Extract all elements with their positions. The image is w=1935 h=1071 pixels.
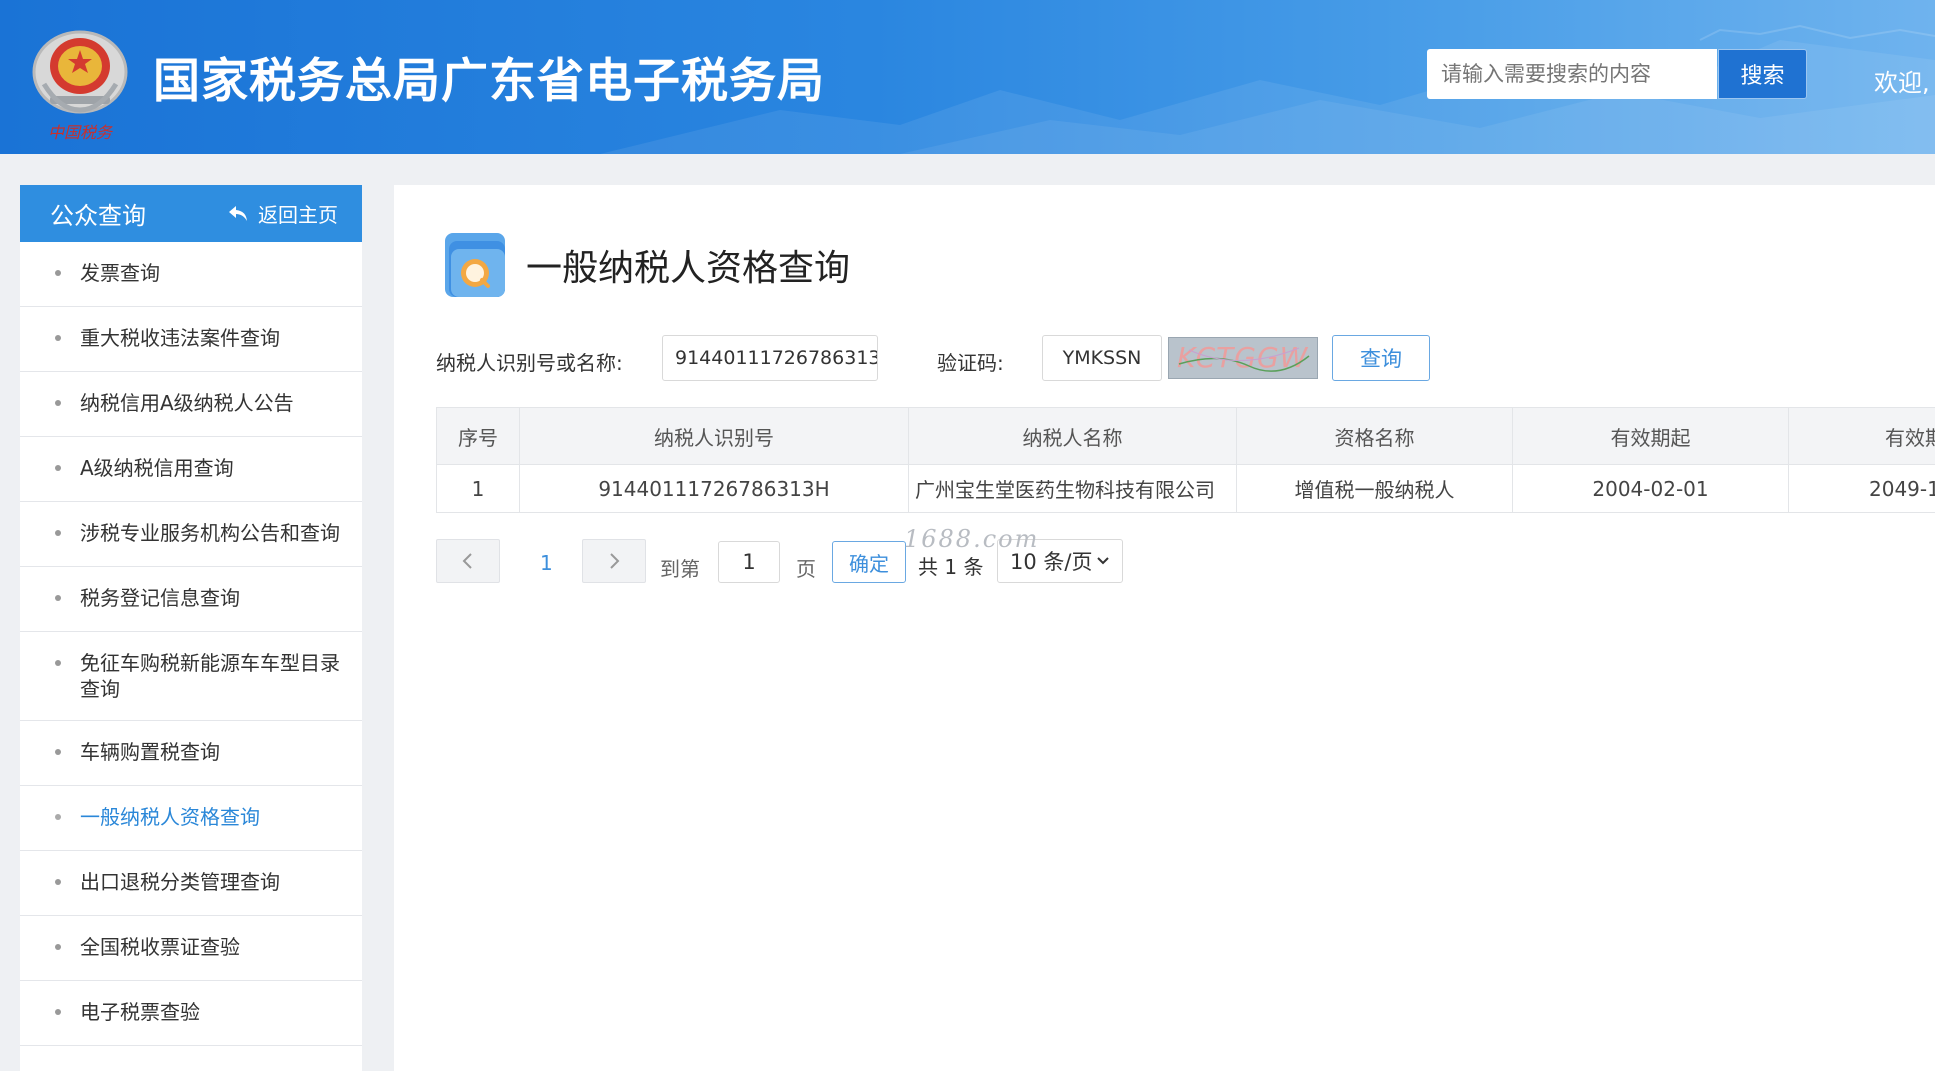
table-row: 1 91440111726786313H 广州宝生堂医药生物科技有限公司 增值税… [436, 464, 1935, 513]
chevron-down-icon [1097, 557, 1109, 565]
sidebar-item-invoice[interactable]: 发票查询 [20, 242, 362, 307]
col-header-index: 序号 [436, 407, 520, 465]
next-page-button[interactable] [582, 539, 646, 583]
search-document-icon [445, 233, 505, 297]
goto-page-input[interactable]: 1 [718, 541, 780, 583]
search-input[interactable] [1427, 49, 1717, 99]
total-count: 共 1 条 [918, 555, 984, 579]
col-header-qualification: 资格名称 [1236, 407, 1513, 465]
sidebar-item-a-level-query[interactable]: A级纳税信用查询 [20, 437, 362, 502]
sidebar-item-vehicle-tax[interactable]: 车辆购置税查询 [20, 721, 362, 786]
sidebar-title: 公众查询 [50, 202, 146, 230]
sidebar-item-export-refund[interactable]: 出口退税分类管理查询 [20, 851, 362, 916]
watermark-text: 1688.com [904, 525, 1040, 553]
goto-confirm-button[interactable]: 确定 [832, 541, 906, 583]
sidebar-item-general-taxpayer[interactable]: 一般纳税人资格查询 [20, 786, 362, 851]
site-title: 国家税务总局广东省电子税务局 [153, 54, 825, 109]
sidebar-item-major-violation[interactable]: 重大税收违法案件查询 [20, 307, 362, 372]
back-home-label: 返回主页 [258, 203, 338, 227]
sidebar-header: 公众查询 返回主页 [20, 185, 362, 242]
back-home-link[interactable]: 返回主页 [228, 199, 338, 228]
chevron-left-icon [462, 553, 472, 569]
site-header: 中国税务 国家税务总局广东省电子税务局 搜索 欢迎, [0, 0, 1935, 154]
cell-taxpayer-id: 91440111726786313H [519, 464, 909, 513]
return-arrow-icon [229, 205, 247, 221]
col-header-valid-to: 有效期止 [1788, 407, 1935, 465]
captcha-label: 验证码: [937, 351, 1004, 375]
emblem-icon: 中国税务 [32, 30, 128, 142]
sidebar-item-service-agency[interactable]: 涉税专业服务机构公告和查询 [20, 502, 362, 567]
goto-page-label: 到第 [660, 557, 700, 581]
cell-qualification: 增值税一般纳税人 [1236, 464, 1513, 513]
sidebar: 公众查询 返回主页 发票查询 重大税收违法案件查询 纳税信用A级纳税人公告 A级… [20, 185, 362, 1071]
sidebar-item-a-level-notice[interactable]: 纳税信用A级纳税人公告 [20, 372, 362, 437]
results-table: 序号 纳税人识别号 纳税人名称 资格名称 有效期起 有效期止 1 9144011… [436, 407, 1935, 513]
tax-emblem-logo: 中国税务 [30, 14, 130, 144]
svg-text:KCTGGW: KCTGGW [1177, 341, 1309, 374]
captcha-input[interactable]: YMKSSN [1042, 335, 1162, 381]
cell-taxpayer-name: 广州宝生堂医药生物科技有限公司 [908, 464, 1237, 513]
sidebar-item-e-tax-receipt[interactable]: 电子税票查验 [20, 981, 362, 1046]
page-unit-label: 页 [796, 557, 816, 581]
sidebar-item-registration[interactable]: 税务登记信息查询 [20, 567, 362, 632]
col-header-valid-from: 有效期起 [1512, 407, 1789, 465]
captcha-graphic: KCTGGW [1177, 341, 1310, 374]
taxpayer-id-input[interactable]: 91440111726786313H [662, 335, 878, 381]
cell-index: 1 [436, 464, 520, 513]
sidebar-item-tax-receipt[interactable]: 全国税收票证查验 [20, 916, 362, 981]
cell-valid-from: 2004-02-01 [1512, 464, 1789, 513]
cell-valid-to: 2049-12-31 [1788, 464, 1935, 513]
col-header-taxpayer-id: 纳税人识别号 [519, 407, 909, 465]
sidebar-item-ev-catalog[interactable]: 免征车购税新能源车车型目录查询 [20, 632, 362, 721]
col-header-taxpayer-name: 纳税人名称 [908, 407, 1237, 465]
chevron-right-icon [610, 553, 620, 569]
svg-text:中国税务: 中国税务 [48, 123, 114, 142]
taxpayer-id-label: 纳税人识别号或名称: [436, 351, 623, 375]
search-button[interactable]: 搜索 [1718, 49, 1807, 99]
page-title: 一般纳税人资格查询 [526, 248, 851, 289]
captcha-image[interactable]: KCTGGW [1168, 337, 1318, 379]
welcome-text: 欢迎, [1874, 69, 1930, 97]
sidebar-menu: 发票查询 重大税收违法案件查询 纳税信用A级纳税人公告 A级纳税信用查询 涉税专… [20, 242, 362, 1046]
prev-page-button[interactable] [436, 539, 500, 583]
page-number-current[interactable]: 1 [540, 551, 553, 575]
query-button[interactable]: 查询 [1332, 335, 1430, 381]
table-header-row: 序号 纳税人识别号 纳税人名称 资格名称 有效期起 有效期止 [436, 407, 1935, 465]
main-panel: 一般纳税人资格查询 纳税人识别号或名称: 91440111726786313H … [394, 185, 1935, 1071]
